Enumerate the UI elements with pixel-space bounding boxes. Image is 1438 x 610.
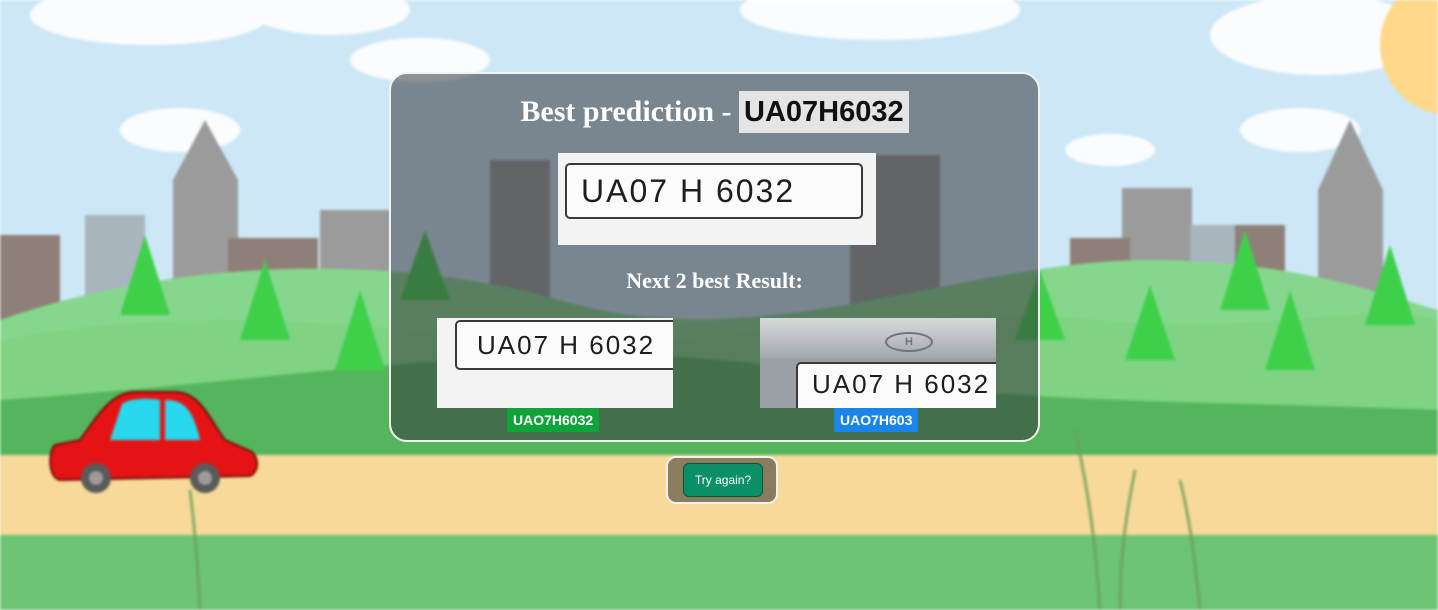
- next-results-heading: Next 2 best Result:: [626, 268, 803, 293]
- alt-result-label-2: UAO7H603: [834, 408, 919, 432]
- alt-plate-image-1: UA07 H 6032: [437, 318, 673, 408]
- best-prediction-heading: Best prediction - UA07H6032: [391, 88, 1038, 134]
- alt-plate-image-text: UA07 H 6032: [796, 362, 996, 408]
- best-plate-text: UA07H6032: [739, 91, 909, 134]
- best-plate-image-text: UA07 H 6032: [565, 163, 863, 219]
- best-plate-image: UA07 H 6032: [558, 153, 876, 245]
- try-again-button[interactable]: Try again?: [683, 463, 763, 497]
- try-again-frame: Try again?: [666, 456, 778, 504]
- alt-plate-image-2: H UA07 H 6032: [760, 318, 996, 408]
- alt-plate-image-text: UA07 H 6032: [455, 320, 673, 370]
- car-bumper: [760, 318, 996, 358]
- car-logo-icon: H: [885, 332, 933, 352]
- best-prediction-label: Best prediction -: [520, 95, 732, 129]
- alt-result-label-1: UAO7H6032: [507, 408, 600, 432]
- prediction-panel: Best prediction - UA07H6032 UA07 H 6032 …: [389, 72, 1040, 442]
